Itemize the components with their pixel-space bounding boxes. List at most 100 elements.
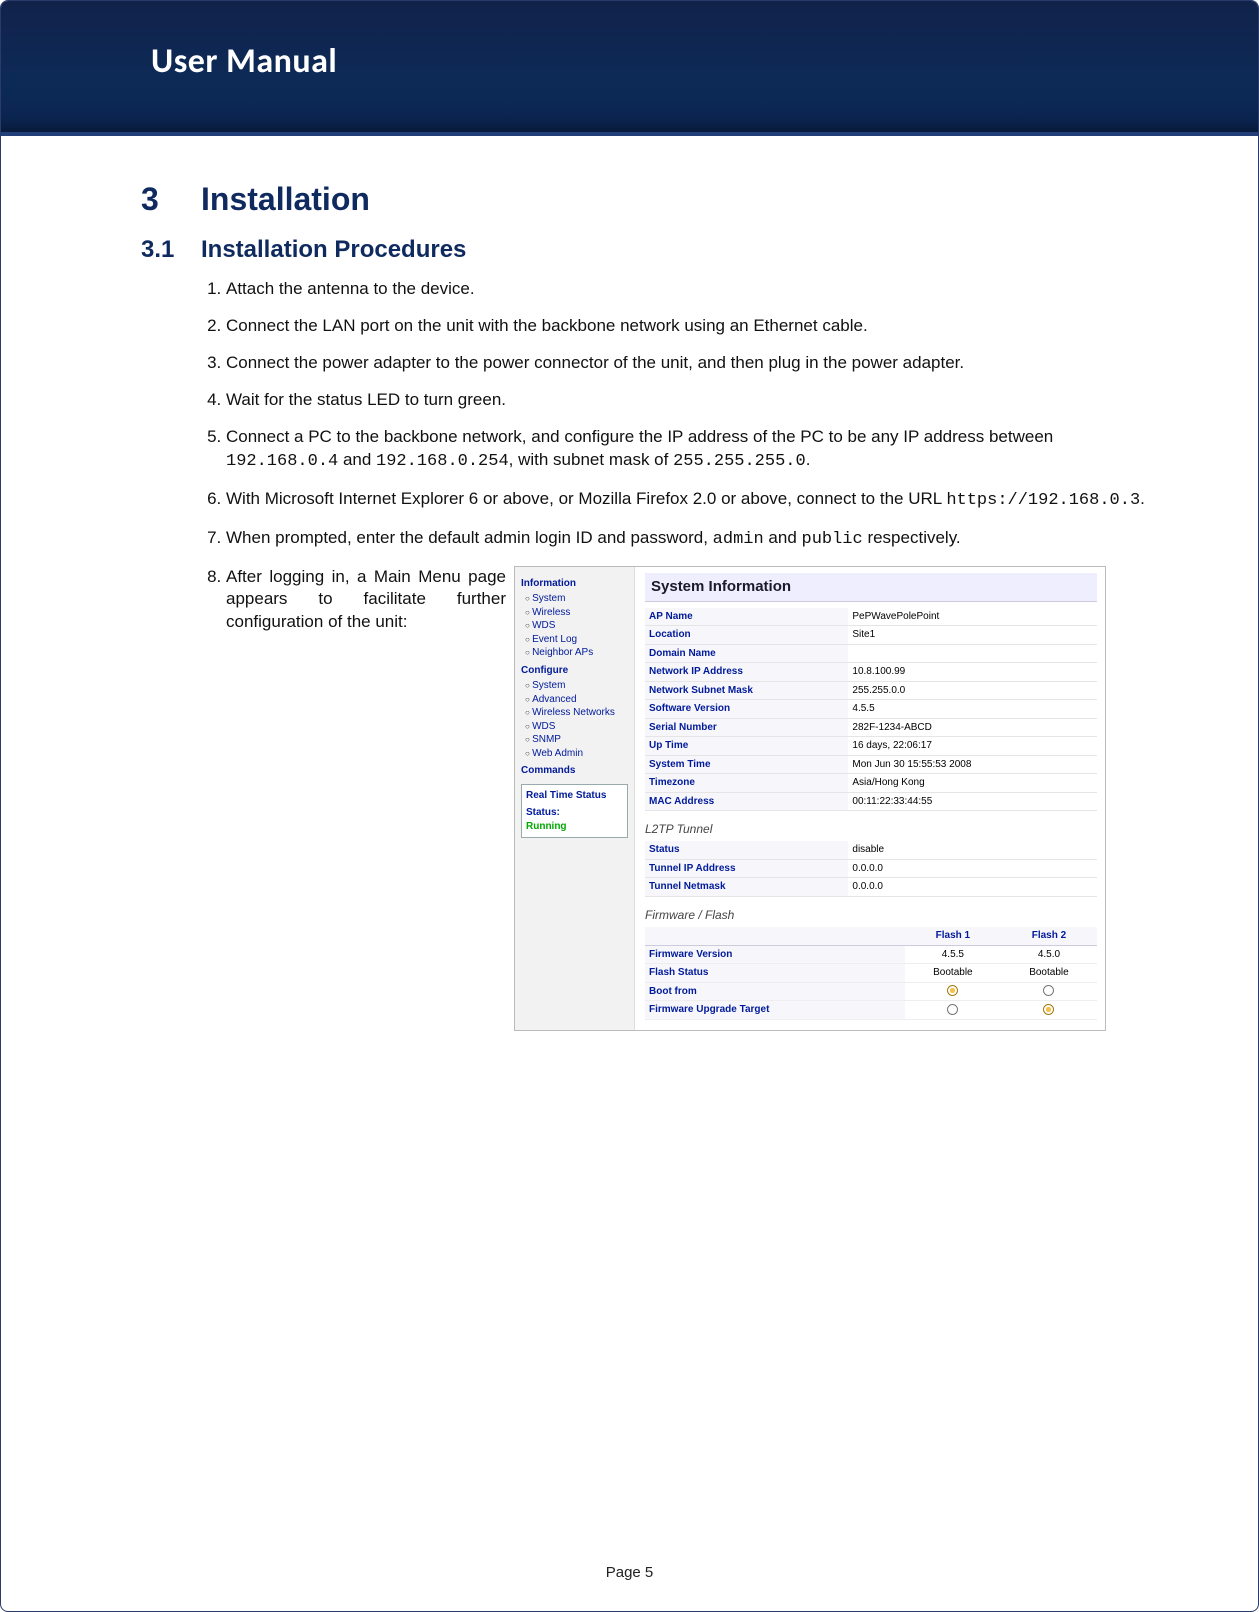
panel-subhead-firmware: Firmware / Flash [645, 907, 1097, 923]
section-number: 3 [141, 181, 201, 218]
step-8: After logging in, a Main Menu page appea… [226, 566, 1148, 1031]
sidebar-item-system[interactable]: System [525, 592, 628, 606]
subsection-heading: 3.1Installation Procedures [141, 236, 1148, 264]
page-footer: Page 5 [1, 1564, 1258, 1581]
sys-key: Domain Name [645, 644, 848, 663]
sys-val: PePWavePolePoint [848, 608, 1097, 626]
step-5-ip1: 192.168.0.4 [226, 452, 338, 471]
sidebar-item-conf-snmp[interactable]: SNMP [525, 733, 628, 747]
sys-key: System Time [645, 755, 848, 774]
embedded-screenshot: Information System Wireless WDS Event Lo… [514, 566, 1106, 1031]
side-head-configure: Configure [521, 664, 628, 678]
realtime-status-label: Status: [526, 806, 623, 820]
table-row: TimezoneAsia/Hong Kong [645, 774, 1097, 793]
system-info-table: AP NamePePWavePolePoint LocationSite1 Do… [645, 608, 1097, 812]
upgrade-target-flash2[interactable] [1001, 1001, 1097, 1020]
shot-sidebar: Information System Wireless WDS Event Lo… [515, 567, 635, 1030]
fw-boot-label: Boot from [645, 982, 905, 1001]
sys-key: Software Version [645, 700, 848, 719]
table-row: Domain Name [645, 644, 1097, 663]
l2tp-val: 0.0.0.0 [848, 859, 1097, 878]
table-row: Tunnel IP Address0.0.0.0 [645, 859, 1097, 878]
sidebar-item-wireless[interactable]: Wireless [525, 606, 628, 620]
content-area: 3Installation 3.1Installation Procedures… [1, 136, 1258, 1031]
step-7-text-a: When prompted, enter the default admin l… [226, 528, 713, 547]
l2tp-key: Tunnel IP Address [645, 859, 848, 878]
step-5-ip2: 192.168.0.254 [376, 452, 509, 471]
step-5-text-a: Connect a PC to the backbone network, an… [226, 427, 1053, 446]
sys-key: AP Name [645, 608, 848, 626]
step-8-text: After logging in, a Main Menu page appea… [226, 566, 506, 635]
table-row: MAC Address00:11:22:33:44:55 [645, 792, 1097, 811]
step-5-text-c: , with subnet mask of [509, 450, 673, 469]
sys-key: Serial Number [645, 718, 848, 737]
section-heading: 3Installation [141, 181, 1148, 218]
l2tp-key: Tunnel Netmask [645, 878, 848, 897]
sidebar-item-conf-system[interactable]: System [525, 679, 628, 693]
step-4: Wait for the status LED to turn green. [226, 389, 1148, 412]
table-row: AP NamePePWavePolePoint [645, 608, 1097, 626]
sidebar-item-wds[interactable]: WDS [525, 619, 628, 633]
step-2: Connect the LAN port on the unit with th… [226, 315, 1148, 338]
step-5-text-d: . [806, 450, 811, 469]
subsection-number: 3.1 [141, 236, 201, 264]
sys-key: Up Time [645, 737, 848, 756]
sidebar-item-conf-web-admin[interactable]: Web Admin [525, 747, 628, 761]
table-row: Firmware Upgrade Target [645, 1001, 1097, 1020]
sys-key: MAC Address [645, 792, 848, 811]
section-title: Installation [201, 181, 370, 217]
step-5: Connect a PC to the backbone network, an… [226, 426, 1148, 474]
l2tp-val: disable [848, 841, 1097, 859]
step-5-mask: 255.255.255.0 [673, 452, 806, 471]
doc-title: User Manual [151, 41, 1218, 82]
fw-val-b: Bootable [1001, 964, 1097, 983]
step-1: Attach the antenna to the device. [226, 278, 1148, 301]
sidebar-item-event-log[interactable]: Event Log [525, 633, 628, 647]
step-7-user: admin [713, 530, 764, 549]
table-row: Network IP Address10.8.100.99 [645, 663, 1097, 682]
realtime-status-value: Running [526, 820, 623, 834]
radio-icon [1043, 1004, 1054, 1015]
sys-key: Network IP Address [645, 663, 848, 682]
fw-val-a: 4.5.5 [905, 945, 1001, 964]
fw-key: Flash Status [645, 964, 905, 983]
sys-val: 255.255.0.0 [848, 681, 1097, 700]
sys-key: Network Subnet Mask [645, 681, 848, 700]
sidebar-item-neighbor-aps[interactable]: Neighbor APs [525, 646, 628, 660]
table-row: Serial Number282F-1234-ABCD [645, 718, 1097, 737]
radio-icon [947, 985, 958, 996]
sys-val: Site1 [848, 626, 1097, 645]
table-row: Network Subnet Mask255.255.0.0 [645, 681, 1097, 700]
l2tp-table: Statusdisable Tunnel IP Address0.0.0.0 T… [645, 841, 1097, 897]
upgrade-target-flash1[interactable] [905, 1001, 1001, 1020]
table-row: Boot from [645, 982, 1097, 1001]
step-6: With Microsoft Internet Explorer 6 or ab… [226, 488, 1148, 513]
procedure-list: Attach the antenna to the device. Connec… [141, 278, 1148, 1031]
radio-icon [1043, 985, 1054, 996]
table-row: System TimeMon Jun 30 15:55:53 2008 [645, 755, 1097, 774]
sys-key: Timezone [645, 774, 848, 793]
firmware-table: Flash 1 Flash 2 Firmware Version 4.5.5 4… [645, 927, 1097, 1020]
panel-title-system-information: System Information [645, 573, 1097, 602]
fw-upgrade-label: Firmware Upgrade Target [645, 1001, 905, 1020]
table-row: Statusdisable [645, 841, 1097, 859]
table-row: Tunnel Netmask0.0.0.0 [645, 878, 1097, 897]
sidebar-item-conf-advanced[interactable]: Advanced [525, 693, 628, 707]
sys-val: 4.5.5 [848, 700, 1097, 719]
sidebar-item-conf-wireless-networks[interactable]: Wireless Networks [525, 706, 628, 720]
table-row: Flash Status Bootable Bootable [645, 964, 1097, 983]
step-7-text-c: respectively. [863, 528, 961, 547]
fw-val-b: 4.5.0 [1001, 945, 1097, 964]
boot-from-flash1[interactable] [905, 982, 1001, 1001]
page-number: Page 5 [606, 1564, 654, 1581]
fw-key: Firmware Version [645, 945, 905, 964]
sys-val [848, 644, 1097, 663]
subsection-title: Installation Procedures [201, 236, 466, 263]
boot-from-flash2[interactable] [1001, 982, 1097, 1001]
sidebar-item-conf-wds[interactable]: WDS [525, 720, 628, 734]
l2tp-val: 0.0.0.0 [848, 878, 1097, 897]
table-row: Software Version4.5.5 [645, 700, 1097, 719]
sys-val: 00:11:22:33:44:55 [848, 792, 1097, 811]
sys-val: Asia/Hong Kong [848, 774, 1097, 793]
l2tp-key: Status [645, 841, 848, 859]
